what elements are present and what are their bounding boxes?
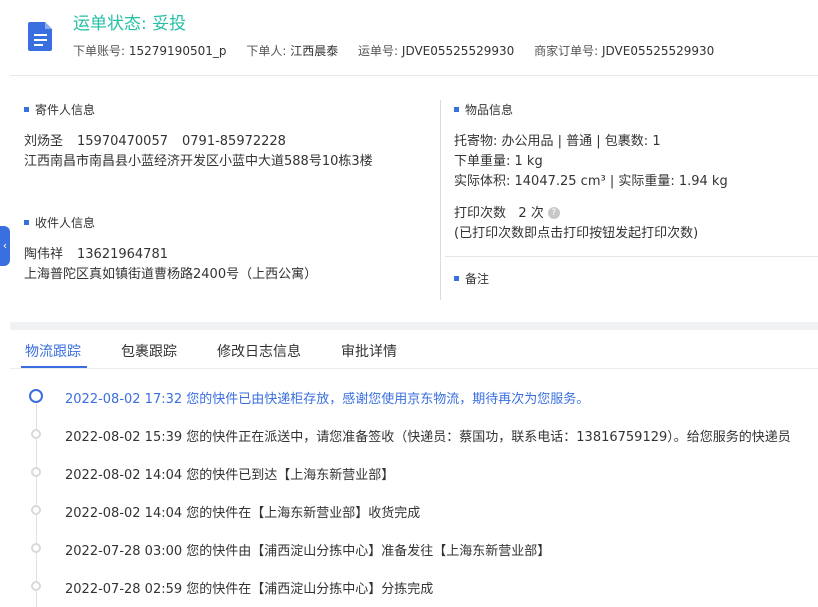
order-meta-row: 下单账号: 15279190501_p 下单人: 江西晨泰 运单号: JDVE0… [73,42,730,59]
section-divider [440,100,441,300]
print-count-row: 打印次数 2 次? [454,202,560,221]
goods-line-3: 实际体积: 14047.25 cm³ | 实际重量: 1.94 kg [454,174,728,189]
document-icon [28,22,52,51]
timeline-dot-current [29,389,43,403]
timeline-dot [31,429,41,439]
sender-contact: 刘炀圣 15970470057 0791-85972228 [24,130,286,149]
timeline-dot [31,505,41,515]
tab-logistics-tracking[interactable]: 物流跟踪 [25,341,81,361]
waybill-status: 运单状态: 妥投 [73,14,187,34]
tracking-event: 2022-07-28 03:00 您的快件由【浦西淀山分拣中心】准备发往【上海东… [65,544,551,559]
tab-package-tracking[interactable]: 包裹跟踪 [121,341,177,361]
sender-name: 刘炀圣 [24,134,64,149]
receiver-section-title: 收件人信息 [24,214,95,231]
tracking-event: 2022-08-02 14:04 您的快件已到达【上海东新营业部】 [65,468,395,483]
sender-section-title: 寄件人信息 [24,101,95,118]
waybill-value: JDVE05525529930 [401,44,515,58]
print-count-value: 2 次 [518,206,544,221]
orderer-value: 江西晨泰 [290,44,339,58]
receiver-contact: 陶伟祥 13621964781 [24,243,168,262]
help-circle-icon[interactable]: ? [547,206,560,219]
timeline-dot [31,581,41,591]
header-divider [10,75,818,76]
account-value: 15279190501_p [128,44,227,58]
sender-address: 江西南昌市南昌县小蓝经济开发区小蓝中大道588号10栋3楼 [24,154,373,169]
receiver-name: 陶伟祥 [24,247,64,262]
goods-line-2: 下单重量: 1 kg [454,154,543,169]
goods-line-1: 托寄物: 办公用品 | 普通 | 包裹数: 1 [454,134,661,149]
tab-change-log[interactable]: 修改日志信息 [217,341,301,361]
tracking-event: 2022-07-28 02:59 您的快件在【浦西淀山分拣中心】分拣完成 [65,582,434,597]
active-tab-indicator [21,366,87,368]
merchant-order-label: 商家订单号: [534,44,599,58]
sender-tel: 0791-85972228 [182,134,286,149]
merchant-order-value: JDVE05525529930 [601,44,715,58]
tracking-event: 2022-08-02 14:04 您的快件在【上海东新营业部】收货完成 [65,506,421,521]
timeline-dot [31,467,41,477]
goods-section-title: 物品信息 [454,101,513,118]
chevron-left-icon[interactable]: ‹ [0,226,10,266]
remark-divider [445,256,818,257]
tracking-event: 2022-08-02 15:39 您的快件正在派送中，请您准备签收（快递员：蔡国… [65,430,791,445]
tab-bar-divider [10,368,818,369]
sender-phone: 15970470057 [77,134,168,149]
tracking-event: 2022-08-02 17:32 您的快件已由快递柜存放，感谢您使用京东物流，期… [65,392,590,407]
timeline-dot [31,543,41,553]
waybill-label: 运单号: [358,44,399,58]
receiver-phone: 13621964781 [77,247,168,262]
receiver-address: 上海普陀区真如镇街道曹杨路2400号（上西公寓） [24,267,318,282]
orderer-label: 下单人: [246,44,287,58]
account-label: 下单账号: [73,44,126,58]
section-separator-band [10,322,818,330]
remark-section-title: 备注 [454,270,489,287]
tab-approval-details[interactable]: 审批详情 [341,341,397,361]
print-count-label: 打印次数 [454,206,507,221]
print-count-hint: (已打印次数即点击打印按钮发起打印次数) [454,226,699,241]
